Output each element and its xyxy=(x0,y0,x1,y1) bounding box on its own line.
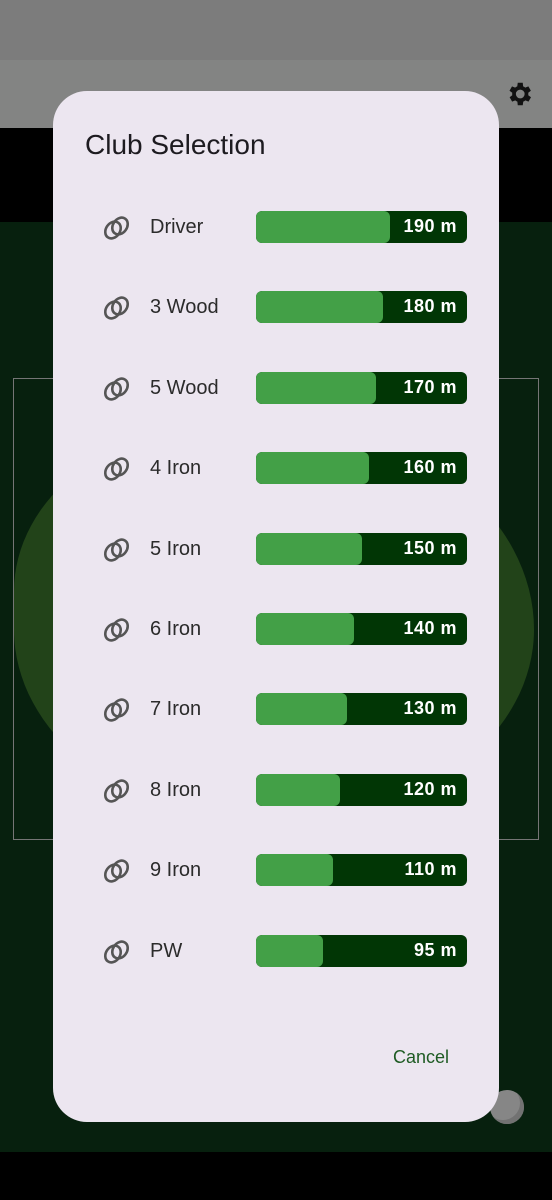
club-row[interactable]: PW 95 m xyxy=(53,930,499,978)
distance-label: 180 m xyxy=(403,296,457,317)
distance-bar: 140 m xyxy=(256,613,467,645)
club-name: 7 Iron xyxy=(150,698,202,721)
distance-bar-fill xyxy=(256,211,390,243)
club-row[interactable]: 7 Iron 130 m xyxy=(53,688,499,736)
distance-bar: 180 m xyxy=(256,291,467,324)
club-row[interactable]: 4 Iron 160 m xyxy=(53,447,499,495)
distance-label: 120 m xyxy=(403,778,457,799)
distance-bar: 120 m xyxy=(256,773,467,806)
golf-club-icon xyxy=(103,296,130,321)
club-selection-dialog: Club Selection Driver 190 m 3 Wood 180 m… xyxy=(53,91,499,1122)
club-name: PW xyxy=(150,939,183,962)
club-row[interactable]: 5 Wood 170 m xyxy=(53,367,499,415)
distance-bar: 170 m xyxy=(256,371,467,404)
golf-club-icon xyxy=(103,939,130,964)
club-name: Driver xyxy=(150,216,204,238)
distance-bar: 110 m xyxy=(256,854,467,887)
golf-club-icon xyxy=(103,618,130,642)
distance-bar-fill xyxy=(256,854,333,887)
club-row[interactable]: 8 Iron 120 m xyxy=(53,769,499,817)
cancel-button[interactable]: Cancel xyxy=(371,1036,471,1076)
distance-label: 150 m xyxy=(403,537,457,558)
distance-label: 110 m xyxy=(404,859,457,880)
distance-bar-fill xyxy=(256,291,383,324)
distance-bar-fill xyxy=(256,773,340,806)
club-name: 8 Iron xyxy=(150,778,202,801)
distance-bar: 150 m xyxy=(256,532,467,565)
distance-label: 140 m xyxy=(403,618,457,638)
club-name: 9 Iron xyxy=(150,859,202,882)
distance-label: 190 m xyxy=(403,216,457,236)
dialog-title: Club Selection xyxy=(85,129,266,160)
club-row[interactable]: 9 Iron 110 m xyxy=(53,849,499,897)
club-name: 3 Wood xyxy=(150,296,219,319)
distance-label: 170 m xyxy=(403,376,457,397)
distance-label: 160 m xyxy=(403,457,457,478)
golf-club-icon xyxy=(103,859,130,883)
distance-bar-fill xyxy=(256,452,369,485)
club-row[interactable]: Driver 190 m xyxy=(53,206,499,254)
distance-label: 95 m xyxy=(413,939,457,960)
golf-club-icon xyxy=(103,698,130,723)
club-row[interactable]: 5 Iron 150 m xyxy=(53,528,499,576)
distance-bar: 130 m xyxy=(256,693,467,726)
club-name: 5 Iron xyxy=(150,537,202,560)
distance-bar: 95 m xyxy=(256,934,467,967)
distance-bar-fill xyxy=(256,371,376,404)
club-name: 6 Iron xyxy=(150,618,202,640)
distance-bar-fill xyxy=(256,693,347,726)
distance-bar: 160 m xyxy=(256,452,467,485)
golf-club-icon xyxy=(103,377,130,401)
distance-bar-fill xyxy=(256,613,354,645)
club-name: 5 Wood xyxy=(150,376,219,399)
golf-club-icon xyxy=(103,216,130,240)
club-row[interactable]: 6 Iron 140 m xyxy=(53,608,499,656)
golf-club-icon xyxy=(103,779,130,803)
club-row[interactable]: 3 Wood 180 m xyxy=(53,286,499,334)
club-name: 4 Iron xyxy=(150,457,202,480)
golf-club-icon xyxy=(103,537,130,562)
distance-bar: 190 m xyxy=(256,211,467,243)
distance-label: 130 m xyxy=(403,698,457,719)
distance-bar-fill xyxy=(256,934,323,967)
golf-club-icon xyxy=(103,457,130,481)
distance-bar-fill xyxy=(256,532,362,565)
